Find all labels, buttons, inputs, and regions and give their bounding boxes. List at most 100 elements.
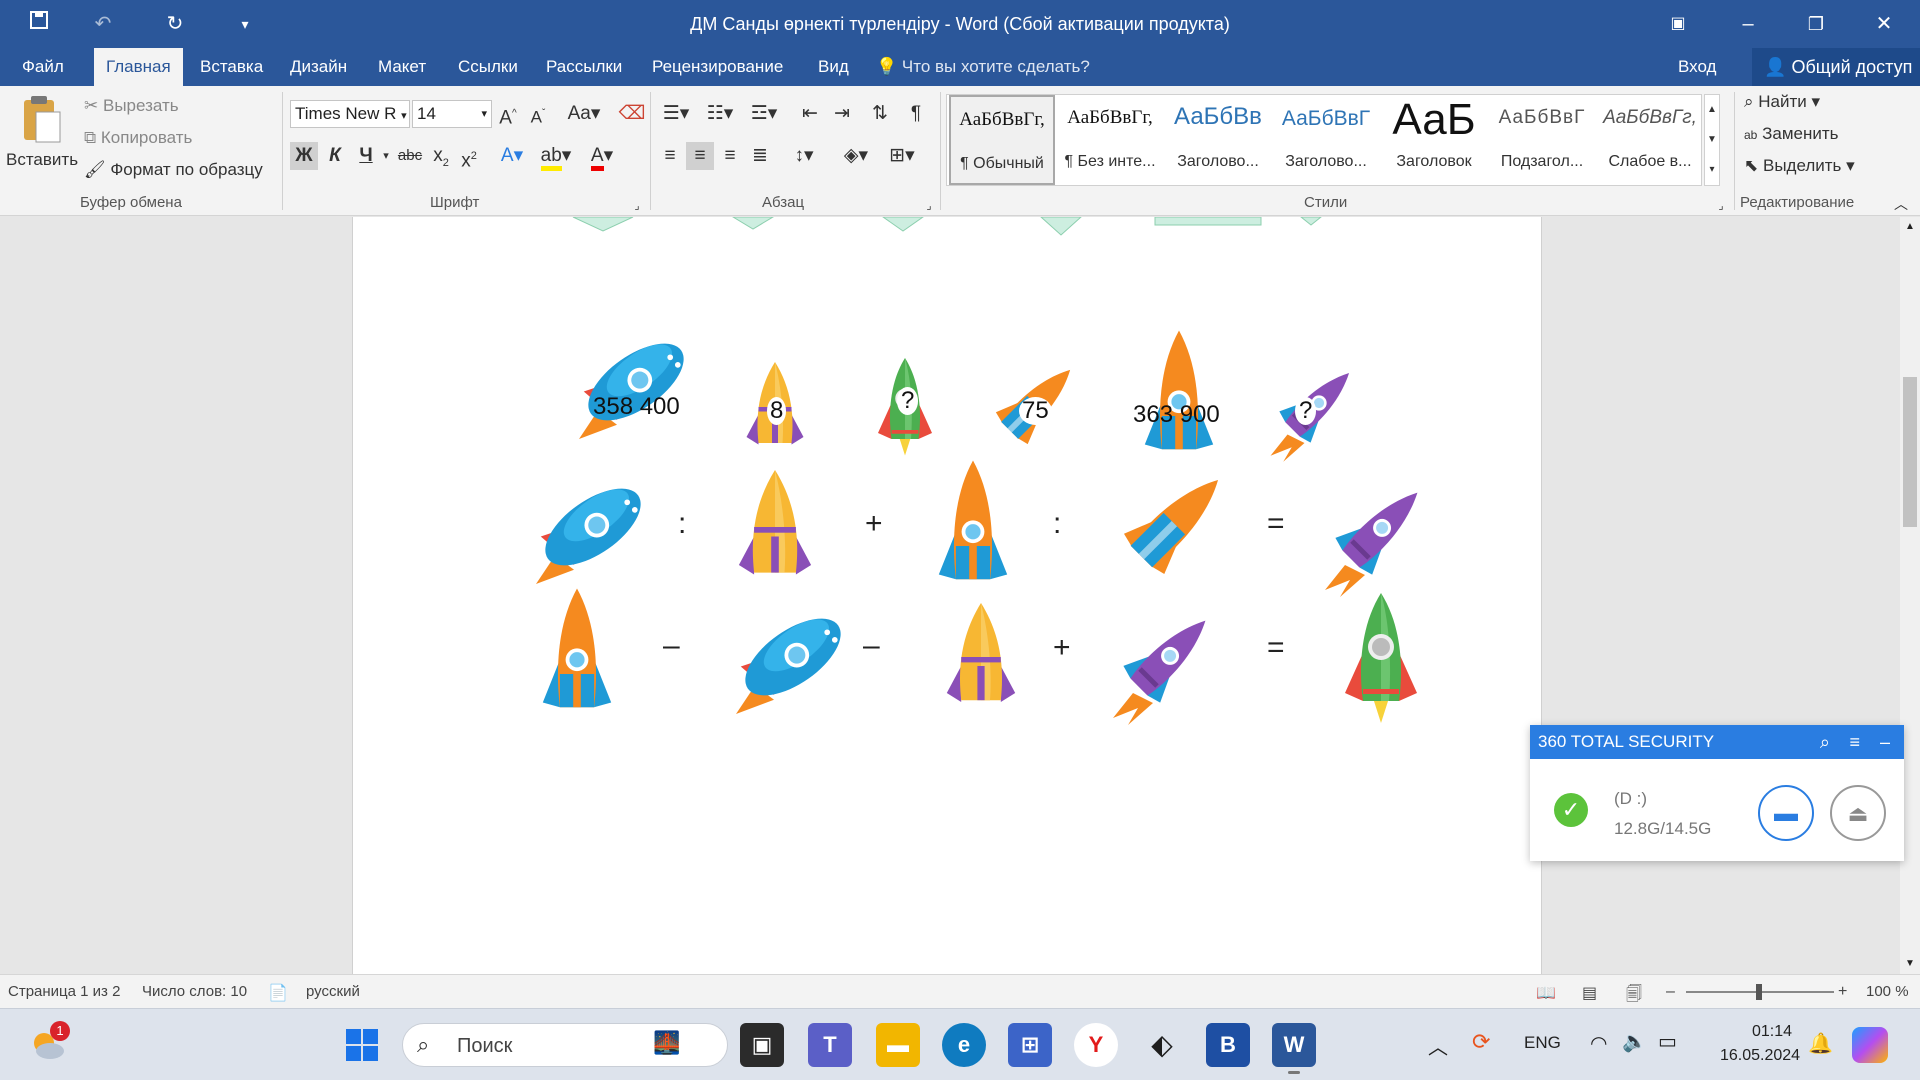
print-layout-icon[interactable]: ▤ xyxy=(1582,983,1597,1003)
sign-in-link[interactable]: Вход xyxy=(1666,48,1728,86)
shrink-font-icon[interactable]: Aˇ xyxy=(526,100,550,128)
shading-icon[interactable]: ◈▾ xyxy=(836,142,876,170)
document-page[interactable]: 358 400 8 ? 75 363 900 ? : + : = – – + = xyxy=(352,217,1542,974)
sync-icon[interactable]: ⟳ xyxy=(1472,1029,1490,1055)
dialog-launcher-icon[interactable]: ⌟ xyxy=(630,192,644,220)
cut-button[interactable]: ✂ Вырезать xyxy=(84,96,179,116)
clock-date[interactable]: 16.05.2024 xyxy=(1720,1047,1800,1065)
word-count[interactable]: Число слов: 10 xyxy=(142,983,247,1000)
weather-icon[interactable]: 1 xyxy=(28,1021,70,1065)
highlight-icon[interactable]: ab▾ xyxy=(536,142,576,171)
change-case-button[interactable]: Aa▾ xyxy=(564,100,604,128)
language-indicator[interactable]: ENG xyxy=(1524,1033,1561,1053)
decrease-indent-icon[interactable]: ⇤ xyxy=(796,100,824,128)
scroll-down-icon[interactable]: ▼ xyxy=(1900,954,1920,974)
minimize-icon[interactable]: – xyxy=(1880,725,1890,759)
ribbon-display-icon[interactable]: ▣ xyxy=(1656,8,1700,40)
sort-icon[interactable]: ⇅ xyxy=(866,100,894,128)
copilot-icon[interactable] xyxy=(1852,1027,1888,1063)
battery-icon[interactable]: ▭ xyxy=(1658,1029,1677,1054)
style-heading-1[interactable]: АаБбВв Заголово... xyxy=(1165,95,1271,185)
zoom-slider-thumb[interactable] xyxy=(1756,984,1762,1000)
zoom-slider[interactable] xyxy=(1686,984,1834,1000)
open-folder-button[interactable]: ▬ xyxy=(1758,785,1814,841)
strikethrough-button[interactable]: abc xyxy=(394,142,426,170)
underline-button[interactable]: Ч xyxy=(352,142,380,170)
task-view-icon[interactable]: ▣ xyxy=(740,1023,784,1067)
zoom-in-icon[interactable]: + xyxy=(1838,983,1847,1001)
clear-formatting-icon[interactable]: ⌫ xyxy=(618,100,646,128)
b-app-icon[interactable]: B xyxy=(1206,1023,1250,1067)
collapse-ribbon-icon[interactable]: ︿ xyxy=(1890,190,1912,218)
wifi-icon[interactable]: ◠ xyxy=(1590,1031,1607,1056)
align-right-icon[interactable]: ≡ xyxy=(716,142,744,170)
replace-button[interactable]: ab Заменить xyxy=(1744,124,1839,144)
dropdown-arrow-icon[interactable]: ▾ xyxy=(380,142,392,170)
tab-design[interactable]: Дизайн xyxy=(278,48,359,86)
tab-references[interactable]: Ссылки xyxy=(446,48,530,86)
search-icon[interactable]: ⌕ xyxy=(1820,725,1830,759)
font-color-icon[interactable]: A▾ xyxy=(582,142,622,171)
paste-button[interactable]: Вставить xyxy=(6,92,78,182)
tab-mailings[interactable]: Рассылки xyxy=(534,48,634,86)
bold-button[interactable]: Ж xyxy=(290,142,318,170)
teams-icon[interactable]: T xyxy=(808,1023,852,1067)
volume-icon[interactable]: 🔈 xyxy=(1622,1029,1647,1054)
select-button[interactable]: ⬉ Выделить ▾ xyxy=(1744,156,1855,176)
read-mode-icon[interactable]: 📖 xyxy=(1536,983,1556,1003)
minimize-button[interactable]: – xyxy=(1726,8,1770,40)
font-size-box[interactable]: 14 ▾ xyxy=(412,100,492,128)
tab-view[interactable]: Вид xyxy=(806,48,861,86)
dropbox-icon[interactable]: ⬖ xyxy=(1140,1023,1184,1067)
subscript-icon[interactable]: x2 xyxy=(428,142,454,170)
find-button[interactable]: ⌕ Найти ▾ xyxy=(1744,92,1820,112)
justify-icon[interactable]: ≣ xyxy=(746,142,774,170)
multilevel-list-icon[interactable]: ☲▾ xyxy=(744,100,784,128)
grow-font-icon[interactable]: A^ xyxy=(496,100,520,128)
word-icon[interactable]: W xyxy=(1272,1023,1316,1067)
microsoft-store-icon[interactable]: ⊞ xyxy=(1008,1023,1052,1067)
restore-button[interactable]: ❐ xyxy=(1794,8,1838,40)
line-spacing-icon[interactable]: ↕▾ xyxy=(784,142,824,170)
dialog-launcher-icon[interactable]: ⌟ xyxy=(1714,192,1728,220)
style-title[interactable]: АаБ Заголовок xyxy=(1381,95,1487,185)
increase-indent-icon[interactable]: ⇥ xyxy=(828,100,856,128)
tab-home[interactable]: Главная xyxy=(94,48,183,86)
style-normal[interactable]: АаБбВвГг, ¶ Обычный xyxy=(949,95,1055,185)
align-center-icon[interactable]: ≡ xyxy=(686,142,714,170)
file-explorer-icon[interactable]: ▬ xyxy=(876,1023,920,1067)
language[interactable]: русский xyxy=(306,983,360,1000)
tab-file[interactable]: Файл xyxy=(10,48,76,86)
share-button[interactable]: 👤 Общий доступ xyxy=(1752,48,1920,86)
italic-button[interactable]: К xyxy=(322,142,348,170)
align-left-icon[interactable]: ≡ xyxy=(656,142,684,170)
tab-insert[interactable]: Вставка xyxy=(188,48,275,86)
copy-button[interactable]: ⧉ Копировать xyxy=(84,128,192,148)
chevron-up-icon[interactable]: ︿ xyxy=(1428,1031,1448,1060)
taskbar-search[interactable]: ⌕ Поиск 🌉 xyxy=(402,1023,728,1067)
clock-time[interactable]: 01:14 xyxy=(1752,1023,1792,1041)
page-count[interactable]: Страница 1 из 2 xyxy=(8,983,120,1000)
dialog-launcher-icon[interactable]: ⌟ xyxy=(922,192,936,220)
eject-button[interactable]: ⏏ xyxy=(1830,785,1886,841)
text-effects-icon[interactable]: A▾ xyxy=(494,142,530,170)
tell-me-box[interactable]: 💡 Что вы хотите сделать? xyxy=(876,48,1090,86)
borders-icon[interactable]: ⊞▾ xyxy=(882,142,922,170)
zoom-level[interactable]: 100 % xyxy=(1866,983,1909,1000)
windows-start-icon[interactable] xyxy=(340,1023,384,1067)
tab-review[interactable]: Рецензирование xyxy=(640,48,795,86)
format-painter-button[interactable]: 🖌 Формат по образцу xyxy=(84,160,263,180)
style-heading-2[interactable]: АаБбВвГ Заголово... xyxy=(1273,95,1379,185)
bullets-icon[interactable]: ☰▾ xyxy=(656,100,696,128)
close-button[interactable]: ✕ xyxy=(1862,8,1906,40)
numbering-icon[interactable]: ☷▾ xyxy=(700,100,740,128)
yandex-browser-icon[interactable]: Y xyxy=(1074,1023,1118,1067)
proofing-icon[interactable]: 📄 xyxy=(268,983,288,1003)
web-layout-icon[interactable]: 🗐 xyxy=(1626,983,1642,1010)
edge-icon[interactable]: e xyxy=(942,1023,986,1067)
styles-scroll[interactable]: ▲ ▼ ▾ xyxy=(1704,94,1720,186)
pilcrow-icon[interactable]: ¶ xyxy=(902,100,930,128)
bell-icon[interactable]: 🔔 xyxy=(1808,1031,1833,1056)
superscript-icon[interactable]: x2 xyxy=(456,142,482,171)
style-subtle-emphasis[interactable]: АаБбВвГг, Слабое в... xyxy=(1597,95,1703,185)
